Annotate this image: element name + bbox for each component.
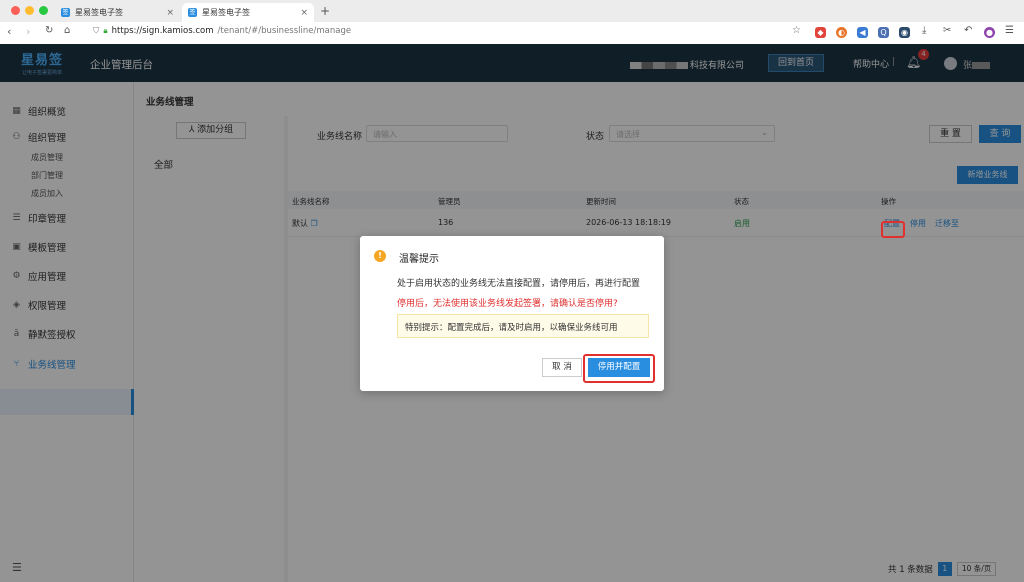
- extension-icon[interactable]: ◀: [857, 27, 868, 38]
- scissors-icon[interactable]: ✂: [943, 25, 951, 36]
- favicon-icon: 签: [188, 8, 197, 17]
- download-icon[interactable]: ⤓: [922, 25, 926, 36]
- browser-tab-2[interactable]: 签 星易签电子签 ×: [182, 3, 314, 22]
- nav-bar: ‹ › ↻ ⌂ ⛉ 🔒︎ https://sign.kamios.com/ten…: [0, 22, 1024, 44]
- close-tab-icon[interactable]: ×: [166, 8, 174, 18]
- reload-icon[interactable]: ↻: [45, 25, 53, 36]
- home-icon[interactable]: ⌂: [64, 25, 70, 36]
- highlight-config-link: [881, 221, 905, 238]
- dialog-message: 处于启用状态的业务线无法直接配置，请停用后，再进行配置: [397, 279, 641, 289]
- lock-icon: 🔒︎: [103, 26, 108, 35]
- dialog-warning-message: 停用后，无法使用该业务线发起签署，请确认是否停用?: [397, 299, 618, 309]
- extension-icon[interactable]: ◐: [836, 27, 847, 38]
- url-host: https://sign.kamios.com: [111, 26, 214, 36]
- minimize-window-button[interactable]: [25, 6, 34, 15]
- dialog-tip: 特别提示：配置完成后，请及时启用，以确保业务线可用: [397, 314, 649, 338]
- extension-icon[interactable]: Q: [878, 27, 889, 38]
- back-icon[interactable]: ‹: [7, 25, 11, 38]
- address-bar[interactable]: ⛉ 🔒︎ https://sign.kamios.com/tenant/#/bu…: [93, 26, 351, 36]
- tab-bar: 签 星易签电子签 × 签 星易签电子签 × +: [0, 0, 1024, 22]
- favicon-icon: 签: [61, 8, 70, 17]
- extension-icon[interactable]: ◆: [815, 27, 826, 38]
- close-window-button[interactable]: [11, 6, 20, 15]
- warning-icon: !: [374, 250, 386, 262]
- browser-tab-1[interactable]: 签 星易签电子签 ×: [55, 3, 180, 22]
- bookmark-star-icon[interactable]: ☆: [792, 25, 801, 36]
- menu-icon[interactable]: ☰: [1005, 25, 1014, 36]
- dialog-title: 温馨提示: [399, 254, 439, 265]
- url-path: /tenant/#/businessline/manage: [217, 26, 352, 36]
- cancel-button[interactable]: 取 消: [542, 358, 582, 377]
- shield-icon: ⛉: [93, 26, 100, 36]
- undo-icon[interactable]: ↶: [964, 25, 972, 36]
- maximize-window-button[interactable]: [39, 6, 48, 15]
- browser-chrome: 签 星易签电子签 × 签 星易签电子签 × + ‹ › ↻ ⌂ ⛉ 🔒︎ htt…: [0, 0, 1024, 44]
- camera-icon[interactable]: ◉: [899, 27, 910, 38]
- new-tab-icon[interactable]: +: [320, 4, 330, 18]
- window-controls: [11, 6, 48, 15]
- highlight-confirm-button: [583, 354, 655, 383]
- tab-title: 星易签电子签: [202, 8, 250, 17]
- forward-icon[interactable]: ›: [26, 25, 30, 38]
- tab-title: 星易签电子签: [75, 8, 123, 17]
- extension-icon[interactable]: ●: [984, 27, 995, 38]
- close-tab-icon[interactable]: ×: [300, 8, 308, 18]
